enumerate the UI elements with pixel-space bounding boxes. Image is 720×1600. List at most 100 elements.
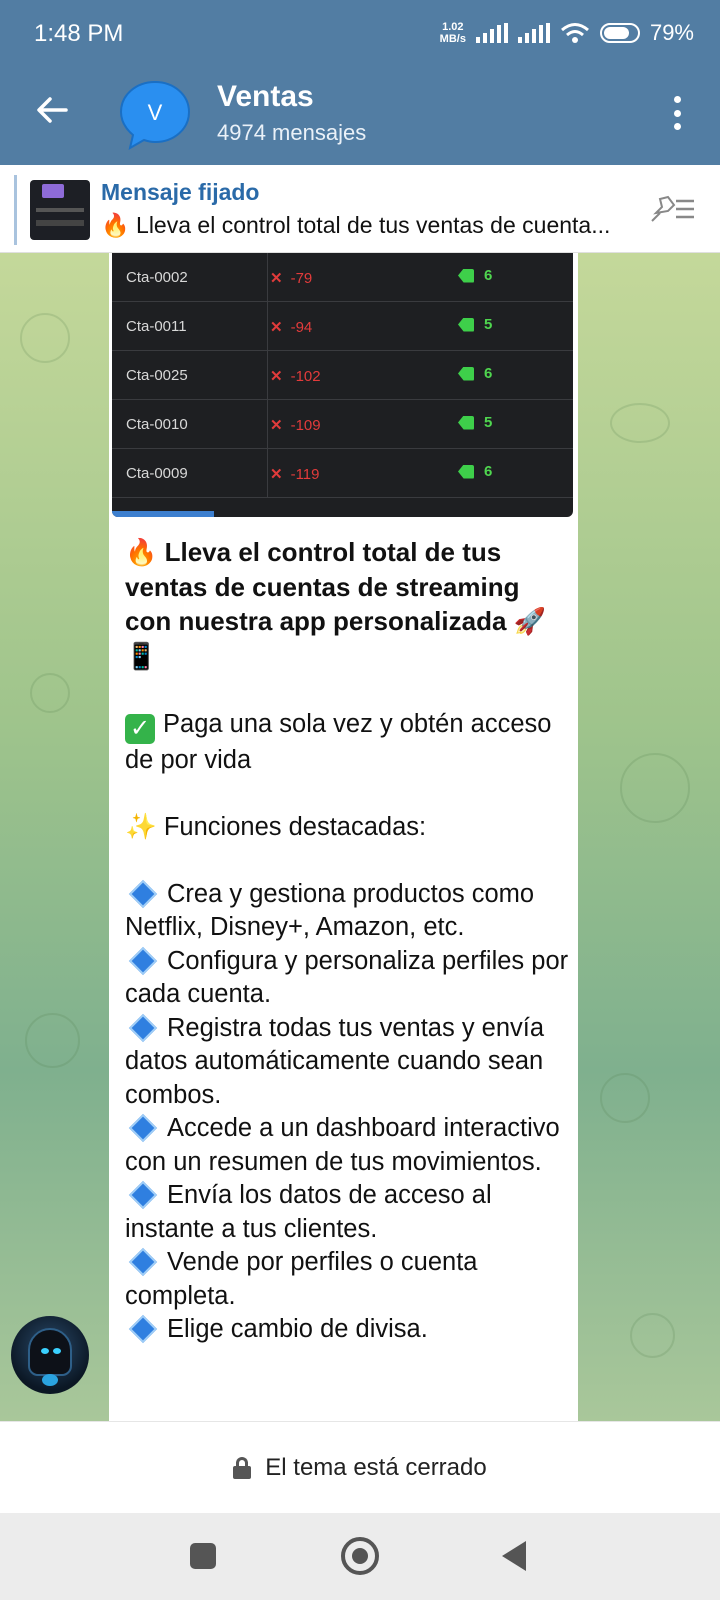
blue-diamond-icon — [128, 946, 158, 975]
fire-icon: 🔥 — [125, 538, 158, 568]
row-positive: 5 — [458, 414, 492, 431]
feature-text: Envía los datos de acceso al instante a … — [125, 1181, 492, 1243]
row-positive: 6 — [458, 365, 492, 382]
topic-closed-bar: El tema está cerrado — [0, 1421, 720, 1513]
table-row: Cta-0009 ✕ -119 6 — [112, 449, 573, 498]
pinned-text: 🔥 Lleva el control total de tus ventas d… — [101, 212, 611, 238]
battery-icon — [599, 23, 640, 43]
system-nav-bar — [0, 1513, 720, 1600]
table-row: Cta-0010 ✕ -109 5 — [112, 400, 573, 449]
table-row: Cta-0011 ✕ -94 5 — [112, 302, 573, 351]
blue-diamond-icon — [128, 1314, 158, 1344]
background-doodle — [620, 753, 690, 823]
background-doodle — [20, 313, 70, 363]
check-icon: ✓ — [125, 713, 155, 744]
network-speed-unit: MB/s — [439, 33, 466, 45]
feature-text: Accede a un dashboard interactivo con un… — [125, 1114, 560, 1176]
row-account-id: Cta-0009 — [126, 465, 188, 482]
sparkles-icon: ✨ — [125, 811, 157, 842]
back-button[interactable] — [502, 1541, 526, 1571]
row-negative-value: -94 — [290, 319, 313, 336]
back-arrow-icon[interactable] — [34, 92, 70, 128]
blue-diamond-icon — [128, 879, 158, 908]
row-positive-value: 5 — [484, 414, 493, 431]
feature-item: Envía los datos de acceso al instante a … — [125, 1179, 570, 1246]
row-account-id: Cta-0002 — [126, 269, 188, 286]
feature-item: Crea y gestiona productos como Netflix, … — [125, 878, 570, 945]
blue-diamond-icon — [128, 1113, 158, 1143]
avatar-letter: V — [148, 100, 163, 125]
chat-title[interactable]: Ventas — [217, 80, 314, 114]
row-positive-value: 6 — [484, 267, 493, 284]
row-negative-value: -102 — [290, 368, 321, 385]
table-row: Cta-0025 ✕ -102 6 — [112, 351, 573, 400]
feature-item: Elige cambio de divisa. — [125, 1313, 570, 1347]
feature-text: Configura y personaliza perfiles por cad… — [125, 946, 569, 1009]
background-doodle — [610, 403, 670, 443]
channel-avatar[interactable]: V — [118, 78, 192, 152]
blue-diamond-icon — [128, 1247, 158, 1277]
recent-apps-button[interactable] — [190, 1543, 216, 1569]
row-negative-value: -109 — [290, 417, 321, 434]
pinned-label: Mensaje fijado — [101, 179, 260, 205]
row-positive: 6 — [458, 463, 492, 480]
feature-item: Configura y personaliza perfiles por cad… — [125, 945, 570, 1012]
chat-area[interactable]: Cta-0002 ✕ -79 6 Cta-0011 ✕ -94 5 Cta-0025… — [0, 253, 720, 1421]
feature-text: Registra todas tus ventas y envía datos … — [125, 1013, 545, 1109]
table-row: Cta-0002 ✕ -79 6 — [112, 253, 573, 302]
tag-icon — [458, 366, 474, 381]
tag-icon — [458, 317, 474, 332]
tag-icon — [458, 464, 474, 479]
message-bubble[interactable]: Cta-0002 ✕ -79 6 Cta-0011 ✕ -94 5 Cta-0025… — [109, 253, 578, 1421]
top-bar: 1:48 PM 1.02 MB/s 79% V Ventas 4974 mens… — [0, 0, 720, 165]
tag-icon — [458, 268, 474, 283]
row-negative: ✕ -119 — [270, 466, 320, 483]
chat-subtitle: 4974 mensajes — [217, 120, 367, 145]
features-title: Funciones destacadas: — [163, 812, 427, 841]
signal-icon — [517, 23, 550, 43]
background-doodle — [30, 673, 70, 713]
row-account-id: Cta-0011 — [126, 318, 187, 335]
feature-item: Accede a un dashboard interactivo con un… — [125, 1112, 570, 1179]
network-speed: 1.02 MB/s — [440, 21, 466, 45]
background-doodle — [630, 1313, 675, 1358]
network-speed-value: 1.02 — [442, 21, 464, 33]
row-negative: ✕ -94 — [270, 319, 313, 336]
wifi-icon — [560, 23, 589, 43]
row-positive-value: 6 — [484, 365, 493, 382]
row-negative: ✕ -109 — [270, 417, 321, 434]
sender-avatar[interactable] — [11, 1316, 89, 1394]
row-positive: 6 — [458, 267, 492, 284]
feature-text: Vende por perfiles o cuenta completa. — [125, 1248, 478, 1310]
signal-icon — [475, 23, 508, 43]
row-account-id: Cta-0025 — [126, 367, 188, 384]
headline-text: Lleva el control total de tus ventas de … — [125, 537, 520, 636]
telegram-icon — [42, 1374, 58, 1386]
status-bar: 1:48 PM 1.02 MB/s 79% — [0, 0, 720, 72]
pinned-indicator — [14, 175, 17, 245]
row-account-id: Cta-0010 — [126, 416, 188, 433]
blue-diamond-icon — [128, 1180, 158, 1210]
row-positive-value: 6 — [484, 463, 493, 480]
feature-item: Vende por perfiles o cuenta completa. — [125, 1246, 570, 1313]
topic-closed-text: El tema está cerrado — [265, 1454, 487, 1481]
pinned-message-bar[interactable]: Mensaje fijado 🔥 Lleva el control total … — [0, 165, 720, 253]
home-button[interactable] — [341, 1537, 379, 1575]
more-menu-icon[interactable] — [674, 96, 682, 130]
row-negative-value: -119 — [290, 466, 320, 483]
tag-icon — [458, 415, 474, 430]
blue-diamond-icon — [128, 1013, 158, 1042]
row-negative-value: -79 — [290, 270, 313, 287]
feature-item: Registra todas tus ventas y envía datos … — [125, 1012, 570, 1113]
feature-text: Elige cambio de divisa. — [167, 1315, 428, 1343]
row-positive-value: 5 — [484, 316, 493, 333]
check-line-text: Paga una sola vez y obtén acceso de por … — [125, 709, 552, 774]
check-line: ✓ Paga una sola vez y obtén acceso de por… — [125, 708, 570, 778]
pinned-list-icon[interactable] — [648, 191, 696, 227]
pinned-thumbnail — [30, 180, 90, 240]
background-doodle — [600, 1073, 650, 1123]
table-scrollbar[interactable] — [112, 511, 214, 517]
background-doodle — [25, 1013, 80, 1068]
row-positive: 5 — [458, 316, 492, 333]
sales-table-image[interactable]: Cta-0002 ✕ -79 6 Cta-0011 ✕ -94 5 Cta-0025… — [112, 253, 573, 517]
